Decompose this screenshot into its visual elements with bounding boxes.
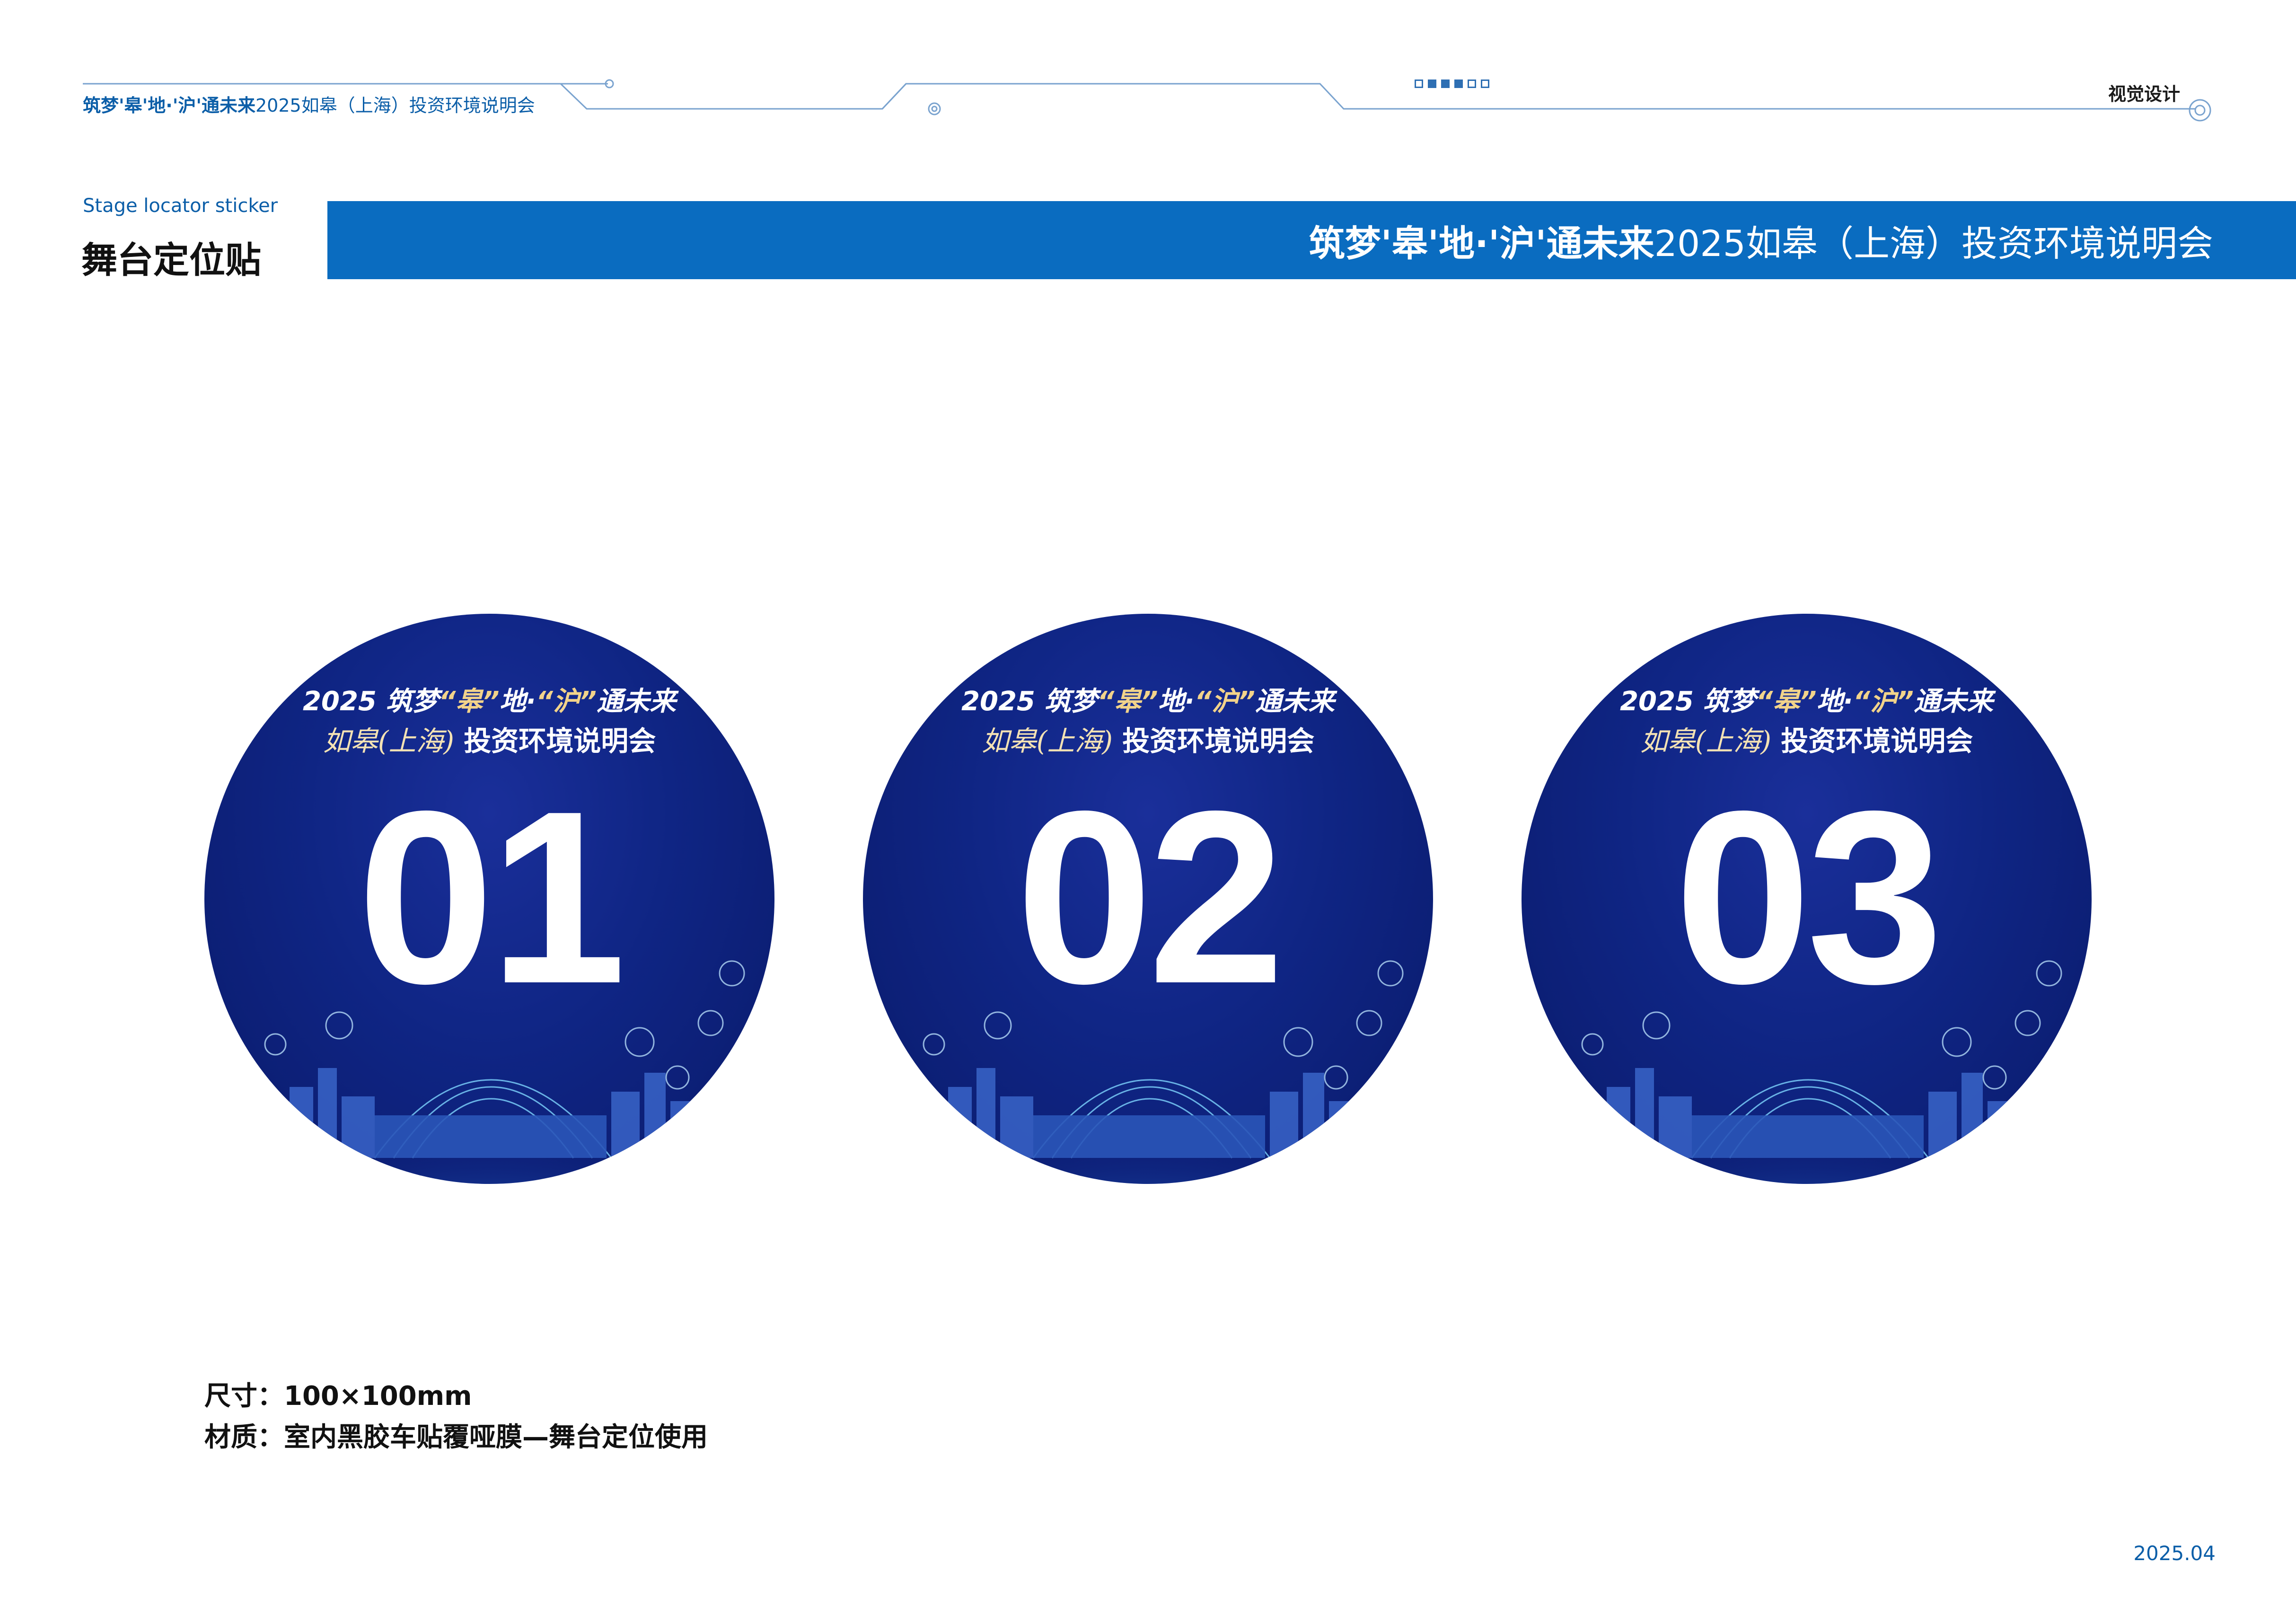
banner-title-bold: 筑梦'皋'地·'沪'通未来 <box>1309 222 1654 265</box>
stage-sticker-1: 2025 筑梦“皋”地·“沪”通未来 如皋(上海) 投资环境说明会 01 <box>204 614 774 1184</box>
square-icon <box>1415 79 1423 88</box>
sticker-event-line2: 如皋(上海) 投资环境说明会 <box>863 719 1433 759</box>
sticker-script-text: 如皋(上海) <box>981 725 1113 757</box>
sticker-number: 02 <box>1016 760 1284 1035</box>
stage-sticker-3: 2025 筑梦“皋”地·“沪”通未来 如皋(上海) 投资环境说明会 03 <box>1522 614 2092 1184</box>
sticker-event-line1: 2025 筑梦“皋”地·“沪”通未来 <box>204 680 774 718</box>
square-filled-icon <box>1441 79 1450 88</box>
sticker-event-line1: 2025 筑梦“皋”地·“沪”通未来 <box>1522 680 2092 718</box>
sticker-year-text: 2025 筑梦 <box>1620 686 1756 717</box>
sticker-script-text: 如皋(上海) <box>1640 725 1772 757</box>
sticker-event-name: 投资环境说明会 <box>1122 725 1315 757</box>
section-subtitle-en: Stage locator sticker <box>83 195 278 217</box>
sticker-quote-gao: “皋” <box>1097 686 1158 717</box>
sticker-quote-hu: “沪” <box>1853 686 1914 717</box>
sticker-event-name: 投资环境说明会 <box>1781 725 1973 757</box>
sticker-mid-text: 地· <box>1816 686 1853 717</box>
sticker-mid-text: 地· <box>499 686 536 717</box>
section-title-cn: 舞台定位贴 <box>81 239 261 281</box>
sticker-quote-gao: “皋” <box>1756 686 1817 717</box>
sticker-number: 03 <box>1674 760 1943 1035</box>
square-filled-icon <box>1454 79 1463 88</box>
square-icon <box>1481 79 1489 88</box>
sticker-event-line2: 如皋(上海) 投资环境说明会 <box>204 719 774 759</box>
sticker-quote-hu: “沪” <box>536 686 597 717</box>
sticker-event-name: 投资环境说明会 <box>464 725 656 757</box>
sticker-quote-hu: “沪” <box>1194 686 1255 717</box>
spec-size: 尺寸：100×100mm <box>204 1381 472 1412</box>
header-decoration-lines <box>83 79 2211 122</box>
sticker-event-line1: 2025 筑梦“皋”地·“沪”通未来 <box>863 680 1433 718</box>
title-banner: 筑梦'皋'地·'沪'通未来 2025如皋（上海）投资环境说明会 <box>327 201 2296 279</box>
square-filled-icon <box>1428 79 1436 88</box>
header-title-rest: 2025如皋（上海）投资环境说明会 <box>255 95 535 116</box>
sticker-year-text: 2025 筑梦 <box>961 686 1098 717</box>
header-event-title: 筑梦'皋'地·'沪'通未来2025如皋（上海）投资环境说明会 <box>83 91 535 117</box>
sticker-event-line2: 如皋(上海) 投资环境说明会 <box>1522 719 2092 759</box>
header-square-decoration <box>1415 79 1489 88</box>
sticker-year-text: 2025 筑梦 <box>303 686 439 717</box>
sticker-mid-text: 地· <box>1158 686 1195 717</box>
sticker-quote-gao: “皋” <box>439 686 500 717</box>
header-section-label: 视觉设计 <box>2108 84 2180 105</box>
sticker-number: 01 <box>357 760 626 1035</box>
square-icon <box>1468 79 1476 88</box>
sticker-tail-text: 通未来 <box>1255 686 1335 717</box>
stage-sticker-2: 2025 筑梦“皋”地·“沪”通未来 如皋(上海) 投资环境说明会 02 <box>863 614 1433 1184</box>
sticker-tail-text: 通未来 <box>596 686 676 717</box>
banner-title-rest: 2025如皋（上海）投资环境说明会 <box>1654 222 2213 265</box>
header-title-bold: 筑梦'皋'地·'沪'通未来 <box>83 95 255 116</box>
footer-date: 2025.04 <box>2133 1542 2216 1565</box>
spec-material: 材质：室内黑胶车贴覆哑膜—舞台定位使用 <box>204 1422 708 1453</box>
sticker-script-text: 如皋(上海) <box>323 725 455 757</box>
sticker-tail-text: 通未来 <box>1913 686 1993 717</box>
